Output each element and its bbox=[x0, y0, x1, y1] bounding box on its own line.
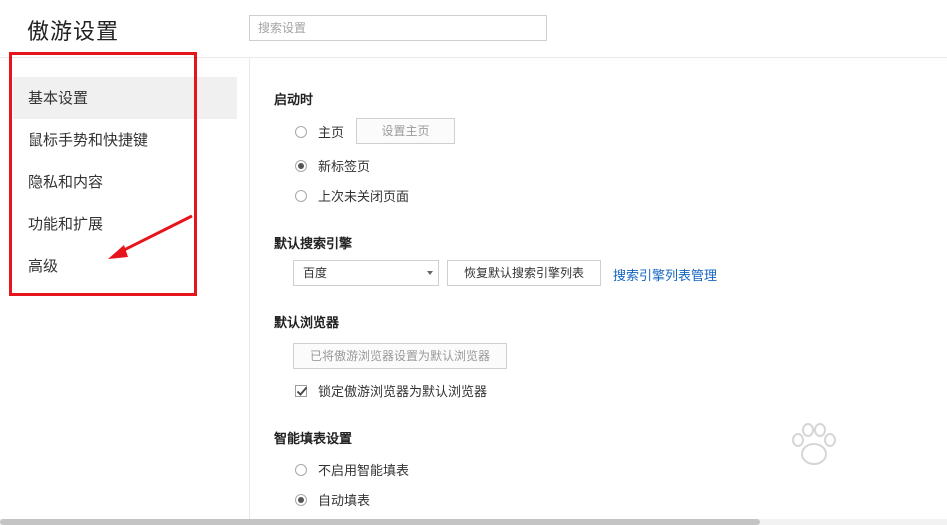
manage-search-engines-link[interactable]: 搜索引擎列表管理 bbox=[613, 265, 717, 284]
search-engine-select[interactable]: 百度 bbox=[293, 260, 439, 286]
radio-autofill-disabled[interactable] bbox=[295, 463, 307, 476]
default-browser-status-button[interactable]: 已将傲游浏览器设置为默认浏览器 bbox=[293, 343, 507, 369]
search-engine-section-title: 默认搜索引擎 bbox=[274, 237, 353, 252]
startup-section-title: 启动时 bbox=[274, 93, 314, 108]
baidu-jingyan-watermark bbox=[714, 420, 914, 515]
paw-icon bbox=[792, 423, 836, 465]
autofill-option-disabled[interactable]: 不启用智能填表 bbox=[295, 460, 409, 479]
settings-search-input[interactable] bbox=[250, 16, 546, 40]
radio-last-session-label: 上次未关闭页面 bbox=[318, 190, 410, 205]
autofill-section-title: 智能填表设置 bbox=[274, 432, 353, 447]
default-browser-section-title: 默认浏览器 bbox=[274, 316, 340, 331]
restore-search-engines-button[interactable]: 恢复默认搜索引擎列表 bbox=[447, 260, 601, 286]
radio-last-session[interactable] bbox=[295, 189, 307, 202]
horizontal-scrollbar-thumb[interactable] bbox=[0, 519, 760, 525]
startup-option-homepage[interactable]: 主页 bbox=[295, 122, 344, 141]
startup-option-new-tab[interactable]: 新标签页 bbox=[295, 156, 370, 175]
settings-page: 傲游设置 基本设置 鼠标手势和快捷键 隐私和内容 功能和扩展 高级 启动时 主页… bbox=[0, 0, 947, 525]
startup-option-last-session[interactable]: 上次未关闭页面 bbox=[295, 186, 409, 205]
set-homepage-button[interactable]: 设置主页 bbox=[356, 118, 455, 144]
dropdown-caret-icon bbox=[427, 271, 433, 275]
checkmark-icon bbox=[296, 386, 308, 396]
radio-autofill-disabled-label: 不启用智能填表 bbox=[318, 464, 410, 479]
search-engine-selected: 百度 bbox=[303, 266, 328, 280]
horizontal-scrollbar[interactable] bbox=[0, 519, 947, 525]
radio-autofill-auto[interactable] bbox=[295, 493, 307, 506]
sidebar-divider bbox=[249, 58, 250, 519]
radio-new-tab[interactable] bbox=[295, 159, 307, 172]
radio-homepage-label: 主页 bbox=[318, 126, 345, 141]
radio-homepage[interactable] bbox=[295, 125, 307, 138]
lock-default-browser-label: 锁定傲游浏览器为默认浏览器 bbox=[318, 385, 488, 400]
autofill-option-auto[interactable]: 自动填表 bbox=[295, 490, 370, 509]
settings-search-box[interactable] bbox=[249, 15, 547, 41]
lock-default-browser-option[interactable]: 锁定傲游浏览器为默认浏览器 bbox=[295, 381, 487, 400]
radio-autofill-auto-label: 自动填表 bbox=[318, 494, 371, 509]
radio-new-tab-label: 新标签页 bbox=[318, 160, 371, 175]
app-title: 傲游设置 bbox=[27, 20, 120, 45]
lock-default-browser-checkbox[interactable] bbox=[295, 384, 308, 397]
annotation-arrow-icon bbox=[108, 214, 193, 259]
